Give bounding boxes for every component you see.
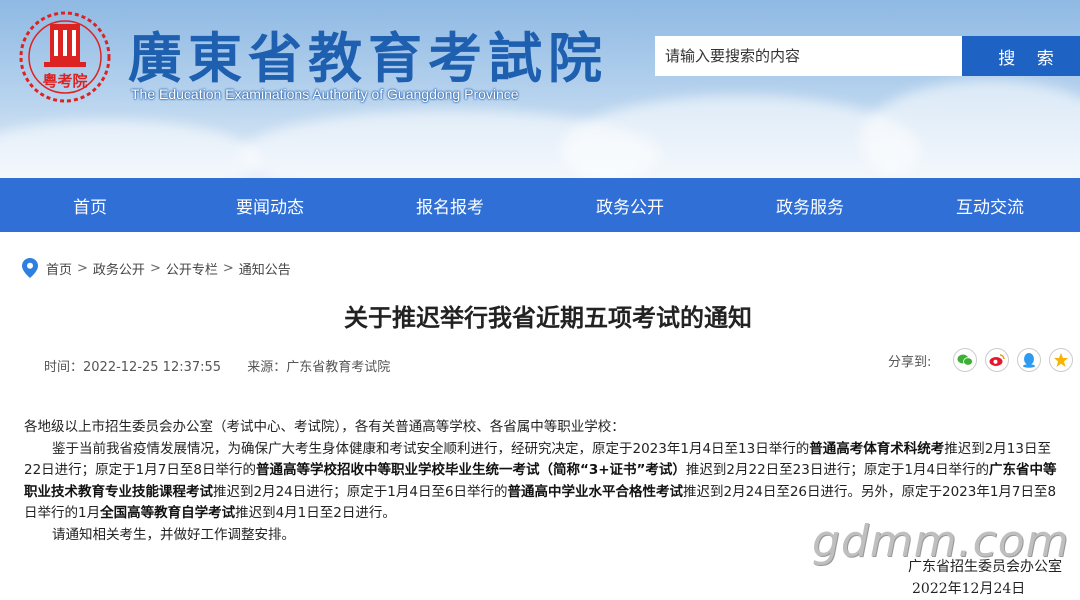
- breadcrumb-home[interactable]: 首页: [46, 259, 72, 278]
- cloud-decoration: [0, 120, 260, 178]
- breadcrumb-separator: >: [77, 260, 88, 276]
- article-title: 关于推迟举行我省近期五项考试的通知: [344, 304, 752, 332]
- paragraph-text: 推迟到2月24日进行；原定于1月4日至6日举行的: [213, 483, 508, 500]
- nav-item-interaction[interactable]: 互动交流: [900, 178, 1080, 232]
- breadcrumb-public-column[interactable]: 公开专栏: [166, 259, 218, 278]
- exam-name: 普通高考体育术科统考: [809, 440, 945, 457]
- search-input[interactable]: [655, 36, 962, 76]
- nav-item-home[interactable]: 首页: [0, 178, 180, 232]
- exam-name: 普通高等学校招收中等职业学校毕业生统一考试（简称“3+证书”考试）: [255, 462, 686, 478]
- site-logo[interactable]: 粤考院: [18, 10, 112, 104]
- nav-item-services[interactable]: 政务服务: [720, 178, 900, 232]
- site-header: 粤考院 廣東省教育考試院 The Education Examinations …: [0, 0, 1080, 178]
- breadcrumb-separator: >: [149, 260, 161, 276]
- nav-item-public-affairs[interactable]: 政务公开: [540, 178, 720, 232]
- qzone-share-icon[interactable]: [1049, 348, 1074, 372]
- publish-time: 时间：2022-12-25 12:37:55: [44, 360, 222, 375]
- article-meta: 时间：2022-12-25 12:37:55 来源：广东省教育考试院: [44, 356, 412, 375]
- main-nav: 首页 要闻动态 报名报考 政务公开 政务服务 互动交流: [0, 178, 1080, 232]
- wechat-share-icon[interactable]: [953, 348, 978, 372]
- exam-name: 全国高等教育自学考试: [100, 505, 236, 521]
- site-subtitle: The Education Examinations Authority of …: [131, 86, 519, 102]
- site-title[interactable]: 廣東省教育考試院: [128, 14, 608, 93]
- cloud-decoration: [860, 80, 1080, 178]
- breadcrumb: 首页 > 政务公开 > 公开专栏 > 通知公告: [22, 258, 291, 278]
- article-source: 来源：广东省教育考试院: [247, 360, 391, 375]
- breadcrumb-separator: >: [222, 260, 234, 276]
- share-bar: 分享到:: [888, 348, 1074, 372]
- weibo-share-icon[interactable]: [985, 348, 1010, 372]
- breadcrumb-notices[interactable]: 通知公告: [239, 259, 291, 278]
- share-label: 分享到:: [888, 354, 932, 370]
- logo-text: 粤考院: [42, 72, 87, 90]
- location-pin-icon: [22, 258, 38, 278]
- search-button[interactable]: 搜 索: [962, 36, 1080, 76]
- qq-share-icon[interactable]: [1017, 348, 1042, 372]
- greeting-paragraph: 各地级以上市招生委员会办公室（考试中心、考试院），各有关普通高等学校、各省属中等…: [24, 419, 625, 435]
- nav-item-registration[interactable]: 报名报考: [360, 178, 540, 232]
- paragraph-text: 鉴于当前我省疫情发展情况，为确保广大考生身体健康和考试安全顺利进行，经研究决定，…: [52, 440, 810, 457]
- signature-org: 广东省招生委员会办公室: [908, 559, 1062, 575]
- breadcrumb-public-affairs[interactable]: 政务公开: [93, 259, 145, 278]
- paragraph-text: 推迟到4月1日至2日进行。: [235, 505, 396, 521]
- paragraph-text: 推迟到2月22日至23日进行；原定于1月4日举行的: [685, 462, 990, 478]
- nav-item-news[interactable]: 要闻动态: [180, 178, 360, 232]
- main-paragraph: 鉴于当前我省疫情发展情况，为确保广大考生身体健康和考试安全顺利进行，经研究决定，…: [24, 439, 1068, 525]
- exam-name: 普通高中学业水平合格性考试: [507, 483, 684, 500]
- signature-date: 2022年12月24日: [912, 581, 1026, 597]
